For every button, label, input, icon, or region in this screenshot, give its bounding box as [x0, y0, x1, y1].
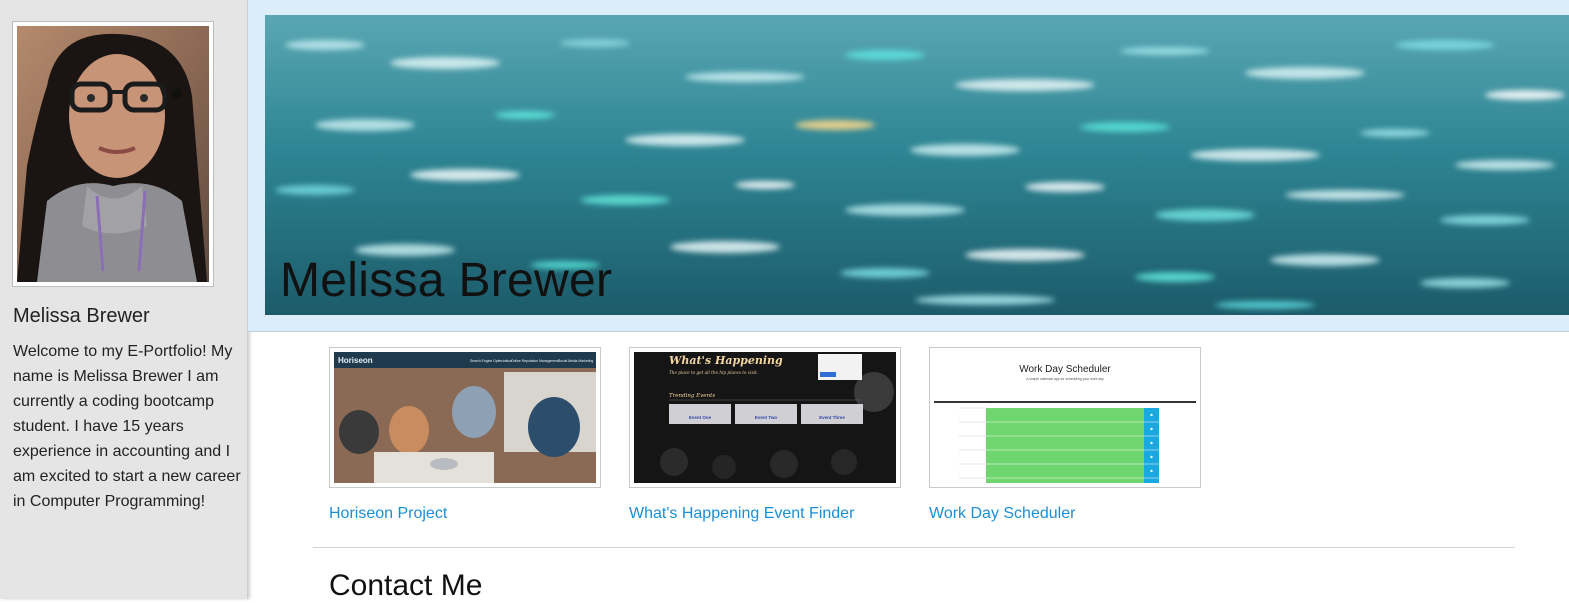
thumb-horiseon-nav-3: Social Media Marketing [558, 359, 593, 363]
profile-photo [12, 21, 214, 287]
thumb-wds-subtitle: A simple calendar app for scheduling you… [1026, 377, 1104, 381]
contact-heading: Contact Me [329, 569, 483, 602]
project-card-horiseon: Horiseon Search Engine Optimization Onli… [329, 347, 601, 523]
thumb-horiseon-nav-1: Search Engine Optimization [470, 359, 512, 363]
thumb-wh-section: Trending Events [669, 393, 715, 399]
thumb-horiseon-nav-2: Online Reputation Management [511, 359, 559, 363]
thumb-wh-event-1: Event One [689, 415, 712, 420]
project-link-whats-happening[interactable]: What's Happening Event Finder [629, 505, 901, 523]
sidebar-name: Melissa Brewer [13, 305, 150, 327]
sidebar: Melissa Brewer Welcome to my E-Portfolio… [0, 0, 248, 599]
project-link-horiseon[interactable]: Horiseon Project [329, 505, 601, 523]
hero-title: Melissa Brewer [280, 254, 613, 307]
header: Melissa Brewer [248, 0, 1569, 332]
project-thumbnail-whats-happening[interactable]: What's Happening The place to get all th… [629, 347, 901, 488]
project-thumbnail-work-day-scheduler[interactable]: Work Day Scheduler A simple calendar app… [929, 347, 1201, 488]
thumb-horiseon-brand: Horiseon [338, 356, 373, 365]
hero-banner: Melissa Brewer [265, 15, 1569, 315]
section-divider [313, 547, 1515, 548]
thumb-wh-title: What's Happening [669, 354, 783, 367]
project-card-whats-happening: What's Happening The place to get all th… [629, 347, 901, 523]
project-link-work-day-scheduler[interactable]: Work Day Scheduler [929, 505, 1201, 523]
thumb-wds-title: Work Day Scheduler [1019, 364, 1111, 375]
thumb-wh-event-2: Event Two [755, 415, 777, 420]
thumb-wh-event-3: Event Three [819, 415, 845, 420]
project-thumbnail-horiseon[interactable]: Horiseon Search Engine Optimization Onli… [329, 347, 601, 488]
project-card-work-day-scheduler: Work Day Scheduler A simple calendar app… [929, 347, 1201, 523]
thumb-wh-subtitle: The place to get all the hip places to v… [669, 370, 758, 375]
sidebar-bio: Welcome to my E-Portfolio! My name is Me… [13, 343, 241, 510]
